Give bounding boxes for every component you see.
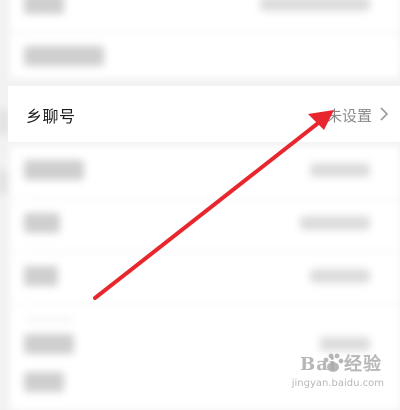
watermark-brand: Bai 经验 [300,354,382,375]
annotation-arrow-icon [93,110,334,300]
baidu-jingyan-watermark: Bai 经验 jingyan.baidu.com [272,350,392,394]
watermark-url: jingyan.baidu.com [291,378,384,389]
